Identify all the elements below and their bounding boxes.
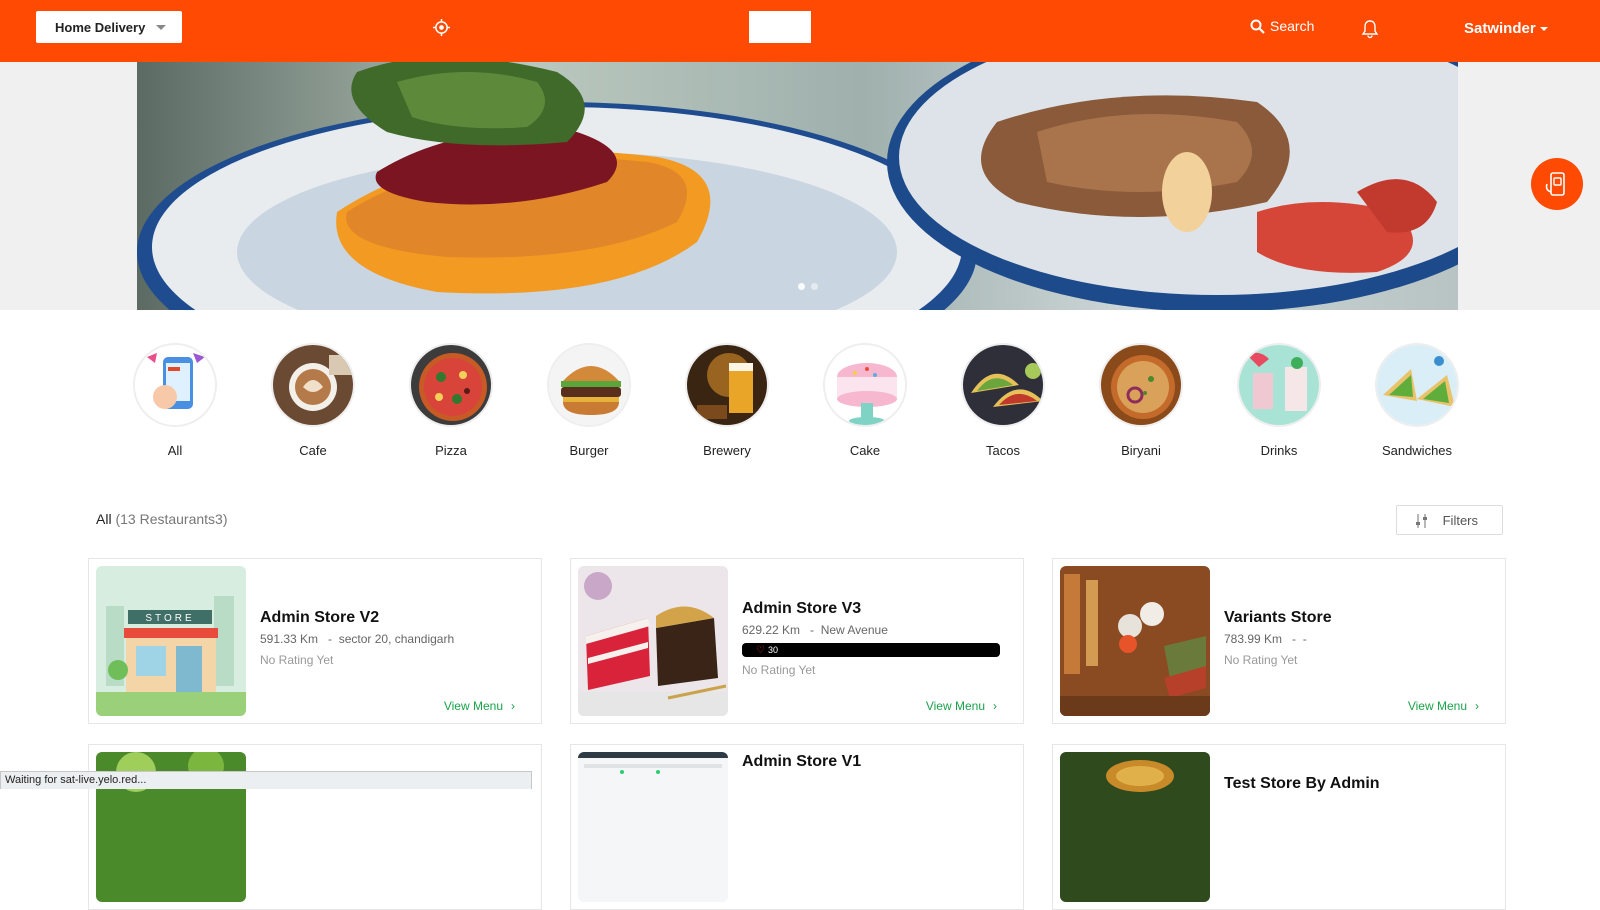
category-cafe[interactable]: Cafe [258,343,368,458]
search-button[interactable]: Search [1250,18,1314,34]
loyalty-points-badge: ♡ 30 [742,643,1000,657]
delivery-mode-select[interactable]: Home Delivery [36,11,182,43]
restaurant-card[interactable] [88,744,542,910]
banner-carousel [0,62,1600,310]
category-burger[interactable]: Burger [534,343,644,458]
category-image [271,343,355,427]
search-icon [1250,19,1265,34]
chevron-down-icon [1539,26,1548,31]
category-image [133,343,217,427]
category-label: All [167,443,183,458]
restaurant-card[interactable]: Variants Store 783.99 Km - - No Rating Y… [1052,558,1506,724]
view-menu-label: View Menu [443,699,503,713]
restaurant-rating: No Rating Yet [1224,653,1298,667]
category-label: Drinks [1260,443,1298,458]
category-image [1375,343,1459,427]
banner-image[interactable] [137,62,1458,310]
restaurant-distance: 591.33 Km [260,632,319,646]
restaurant-meta: 591.33 Km - sector 20, chandigarh [260,632,455,646]
support-chat-button[interactable] [1531,158,1583,210]
restaurant-distance: 629.22 Km [742,623,801,637]
user-menu[interactable]: Satwinder [1464,20,1548,37]
category-cake[interactable]: Cake [810,343,920,458]
browser-status-bar: Waiting for sat-live.yelo.red... [0,771,532,789]
restaurant-card[interactable]: Admin Store V3 629.22 Km - New Avenue ♡ … [570,558,1024,724]
category-pizza[interactable]: Pizza [396,343,506,458]
category-biryani[interactable]: Biryani [1086,343,1196,458]
restaurant-card[interactable]: Admin Store V1 [570,744,1024,910]
view-menu-label: View Menu [925,699,985,713]
chevron-down-icon [156,25,166,30]
restaurant-address: sector 20, chandigarh [338,632,455,646]
restaurant-count: (13 Restaurants3) [115,511,228,527]
location-target-icon[interactable] [433,19,450,36]
restaurant-thumbnail: STORE [96,566,246,716]
carousel-dot[interactable] [798,283,805,290]
category-image [823,343,907,427]
category-image [1237,343,1321,427]
category-label: Tacos [986,443,1020,458]
category-label: Biryani [1121,443,1161,458]
restaurant-address: - [1302,632,1307,646]
restaurant-name[interactable]: Admin Store V2 [260,609,379,627]
view-menu-label: View Menu [1407,699,1467,713]
restaurant-thumbnail [578,752,728,902]
view-menu-link[interactable]: View Menu › [926,699,997,713]
category-tacos[interactable]: Tacos [948,343,1058,458]
list-title: All (13 Restaurants3) [96,511,228,527]
svg-text:STORE: STORE [145,613,194,624]
category-label: Burger [569,443,609,458]
delivery-mode-label: Home Delivery [55,19,146,35]
category-image [961,343,1045,427]
top-header: Home Delivery Search Satwinder [0,0,1600,62]
carousel-dot[interactable] [811,283,818,290]
category-sandwiches[interactable]: Sandwiches [1362,343,1472,458]
brand-logo[interactable] [749,11,811,43]
restaurant-card[interactable]: Test Store By Admin [1052,744,1506,910]
user-name: Satwinder [1464,20,1536,37]
search-label: Search [1270,18,1315,34]
restaurant-thumbnail [578,566,728,716]
filters-label: Filters [1442,512,1478,528]
filter-sliders-icon [1416,514,1427,528]
category-label: Cafe [299,443,327,458]
restaurant-meta: 629.22 Km - New Avenue [742,623,888,637]
restaurant-thumbnail [1060,566,1210,716]
restaurant-name[interactable]: Admin Store V3 [742,600,861,618]
category-label: Cake [849,443,881,458]
category-image [409,343,493,427]
restaurant-name[interactable]: Test Store By Admin [1224,775,1380,793]
category-label: Sandwiches [1381,443,1453,458]
category-image [547,343,631,427]
category-all[interactable]: All [120,343,230,458]
chevron-right-icon: › [1475,699,1479,713]
list-title-label: All [96,511,112,527]
restaurant-rating: No Rating Yet [742,663,816,677]
restaurant-name[interactable]: Admin Store V1 [742,753,861,771]
restaurant-thumbnail [1060,752,1210,902]
chevron-right-icon: › [993,699,997,713]
category-label: Pizza [435,443,467,458]
phone-support-icon [1545,172,1565,196]
category-drinks[interactable]: Drinks [1224,343,1334,458]
carousel-dots [798,283,818,290]
chevron-right-icon: › [511,699,515,713]
restaurant-distance: 783.99 Km [1224,632,1283,646]
heart-icon: ♡ [756,644,765,656]
loyalty-points: 30 [767,645,778,655]
restaurant-address: New Avenue [820,623,888,637]
restaurant-name[interactable]: Variants Store [1224,609,1332,627]
category-label: Brewery [703,443,751,458]
view-menu-link[interactable]: View Menu › [444,699,515,713]
bell-icon[interactable] [1360,19,1380,39]
restaurant-meta: 783.99 Km - - [1224,632,1307,646]
filters-button[interactable]: Filters [1396,505,1503,535]
category-image [1099,343,1183,427]
view-menu-link[interactable]: View Menu › [1408,699,1479,713]
category-brewery[interactable]: Brewery [672,343,782,458]
restaurant-card[interactable]: STORE Admin Store V2 591.33 Km - sector … [88,558,542,724]
category-image [685,343,769,427]
restaurant-rating: No Rating Yet [260,653,334,667]
